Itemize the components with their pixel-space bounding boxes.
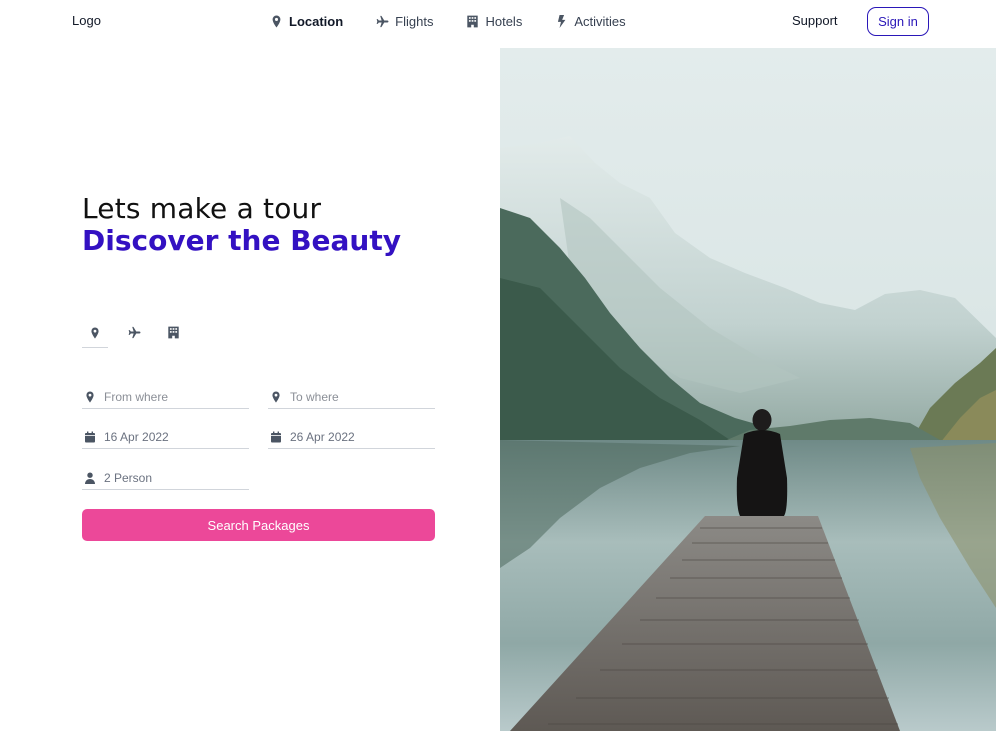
start-date-field[interactable]: 16 Apr 2022 [82,425,249,449]
bolt-icon [555,15,568,28]
hero-title: Lets make a tour [82,192,322,225]
sign-in-button[interactable]: Sign in [867,7,929,36]
logo[interactable]: Logo [72,13,101,28]
map-pin-icon [270,391,282,403]
nav-location[interactable]: Location [270,14,343,29]
nav-location-label: Location [289,14,344,29]
nav-hotels[interactable]: Hotels [466,14,522,29]
top-navbar: Logo Location Flights Hotels Activities [0,0,996,48]
support-link[interactable]: Support [792,13,838,28]
calendar-icon [270,431,282,443]
mode-tab-flights[interactable] [121,322,147,348]
map-pin-icon [270,15,283,28]
nav-flights-label: Flights [395,14,434,29]
main-nav: Location Flights Hotels Activities [270,14,659,29]
to-field[interactable] [268,385,435,409]
guests-value: 2 Person [104,470,153,485]
map-pin-icon [84,391,96,403]
nav-activities[interactable]: Activities [555,14,626,29]
search-packages-button[interactable]: Search Packages [82,509,435,541]
plane-icon [128,326,141,344]
plane-icon [376,15,389,28]
from-input[interactable] [104,389,234,404]
user-icon [84,472,96,484]
building-icon [466,15,479,28]
map-pin-icon [89,326,101,344]
hero-photo [500,48,996,731]
nav-hotels-label: Hotels [485,14,523,29]
nav-flights[interactable]: Flights [376,14,433,29]
mountain-lake-pier-image [500,48,996,731]
search-mode-tabs [82,322,199,348]
from-field[interactable] [82,385,249,409]
hero-subtitle: Discover the Beauty [82,224,401,257]
guests-field[interactable]: 2 Person [82,466,249,490]
calendar-icon [84,431,96,443]
end-date-field[interactable]: 26 Apr 2022 [268,425,435,449]
end-date-value: 26 Apr 2022 [290,429,355,444]
nav-activities-label: Activities [574,14,626,29]
start-date-value: 16 Apr 2022 [104,429,169,444]
mode-tab-location[interactable] [82,322,108,348]
to-input[interactable] [290,389,420,404]
building-icon [167,326,180,344]
mode-tab-hotels[interactable] [160,322,186,348]
